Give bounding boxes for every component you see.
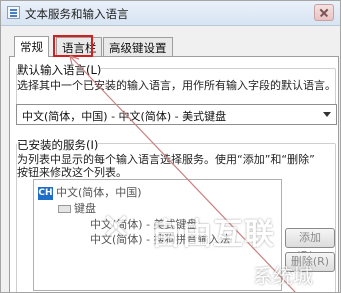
- watermark-main: ✕ 自由互联: [101, 206, 306, 252]
- watermark-logo-icon: [213, 257, 246, 290]
- dialog-window: 文本服务和输入语言 常规 语言栏 高级键设置 默认输入语言(L) 选择其中一个已…: [0, 0, 341, 293]
- installed-services-description-2: 按钮来修改这个列表。: [17, 166, 127, 179]
- watermark-corner: 系统城: [213, 257, 325, 292]
- window-title: 文本服务和输入语言: [25, 7, 129, 21]
- dropdown-arrow-icon: [323, 112, 331, 117]
- keyboard-icon: [58, 205, 71, 213]
- tree-language-label: 中文(简体，中国): [56, 186, 142, 199]
- highlight-box: [53, 35, 93, 57]
- window-icon: [7, 6, 20, 19]
- language-badge: CH: [38, 186, 53, 200]
- watermark-text: 自由互联: [151, 217, 275, 252]
- watermark-x-icon: ✕: [101, 207, 132, 248]
- close-icon[interactable]: [314, 4, 334, 21]
- default-language-value: 中文(简体，中国) - 中文(简体) - 美式键盘: [22, 110, 227, 123]
- default-language-select[interactable]: 中文(简体，中国) - 中文(简体) - 美式键盘: [16, 104, 337, 125]
- default-language-title: 默认输入语言(L): [17, 62, 102, 78]
- tree-language-node[interactable]: CH 中文(简体，中国): [38, 184, 142, 200]
- tree-keyboard-node[interactable]: 键盘: [58, 200, 96, 216]
- default-language-description: 选择其中一个已安装的输入语言，用作所有输入字段的默认语言。: [17, 79, 336, 92]
- watermark-corner-text: 系统城: [253, 264, 313, 288]
- tree-keyboard-label: 键盘: [74, 202, 96, 215]
- tab-advanced-key-settings[interactable]: 高级键设置: [103, 37, 173, 56]
- tab-general[interactable]: 常规: [14, 36, 49, 57]
- title-bar: 文本服务和输入语言: [1, 1, 340, 26]
